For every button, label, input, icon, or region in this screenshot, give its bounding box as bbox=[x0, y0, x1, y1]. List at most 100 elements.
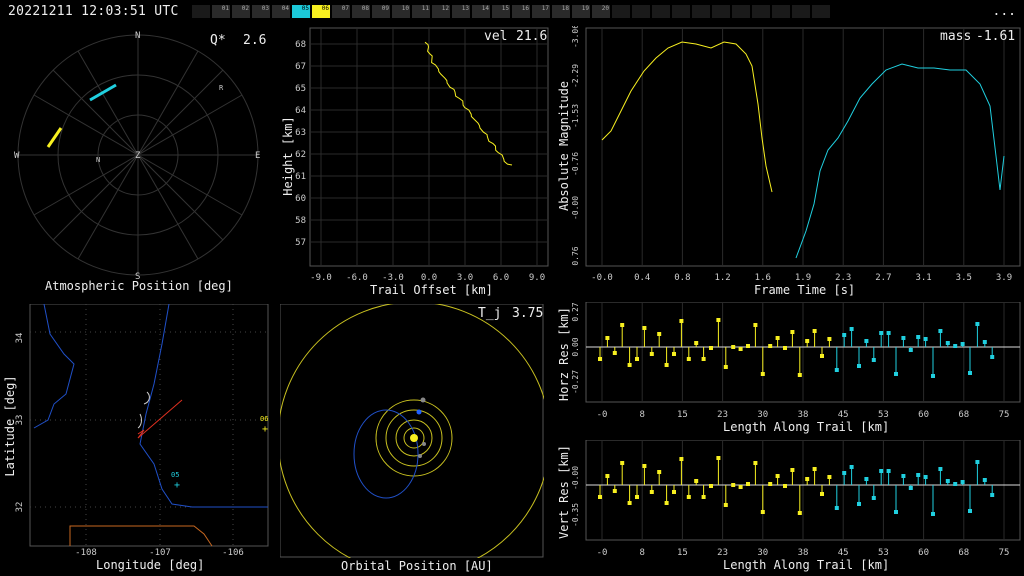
tick-label: 0.4 bbox=[634, 273, 650, 283]
tick-label: 6.0 bbox=[493, 273, 509, 283]
camera-selector[interactable]: 01 02 03 04 05 06 07 08 09 10 11 12 13 14 15 16 17 18 19 20 bbox=[192, 5, 830, 18]
residual-point bbox=[975, 322, 980, 326]
residual-point bbox=[923, 475, 928, 479]
height-xlabel: Trail Offset [km] bbox=[370, 283, 493, 297]
compass-west: W bbox=[14, 151, 20, 161]
camera-toggle-11[interactable]: 11 bbox=[412, 5, 430, 18]
tick-label: -3.06 bbox=[571, 26, 580, 48]
tick-label: -0 bbox=[597, 548, 608, 558]
camera-toggle-16[interactable]: 16 bbox=[512, 5, 530, 18]
camera-toggle-08[interactable]: 08 bbox=[352, 5, 370, 18]
timestamp: 20221211 12:03:51 UTC bbox=[8, 4, 179, 19]
residual-point bbox=[657, 470, 662, 474]
tick-label: 63 bbox=[295, 128, 306, 138]
residual-point bbox=[827, 337, 832, 341]
residual-point bbox=[871, 358, 876, 362]
camera-toggle-slot-30[interactable] bbox=[792, 5, 810, 18]
lon-tick: -108 bbox=[75, 548, 97, 558]
atmos-title: Atmospheric Position [deg] bbox=[45, 279, 233, 293]
residual-point bbox=[598, 495, 602, 499]
camera-toggle-01[interactable]: 01 bbox=[212, 5, 230, 18]
residual-point bbox=[642, 464, 647, 468]
camera-toggle-18[interactable]: 18 bbox=[552, 5, 570, 18]
camera-toggle-slot-0[interactable] bbox=[192, 5, 210, 18]
camera-toggle-09[interactable]: 09 bbox=[372, 5, 390, 18]
residual-point bbox=[931, 374, 935, 378]
residual-point bbox=[960, 480, 965, 484]
camera-toggle-slot-21[interactable] bbox=[612, 5, 630, 18]
residual-point bbox=[612, 351, 617, 355]
tick-label: 23 bbox=[717, 410, 728, 420]
residual-point bbox=[945, 479, 950, 483]
camera-toggle-slot-24[interactable] bbox=[672, 5, 690, 18]
orbit-plot: T_j 3.75 bbox=[280, 304, 544, 558]
camera-toggle-17[interactable]: 17 bbox=[532, 5, 550, 18]
residual-point bbox=[723, 503, 728, 507]
residual-point bbox=[605, 474, 610, 478]
camera-toggle-slot-28[interactable] bbox=[752, 5, 770, 18]
residual-point bbox=[753, 461, 758, 465]
tick-label: 15 bbox=[677, 410, 688, 420]
compass-zenith: Z bbox=[135, 151, 141, 161]
camera-toggle-20[interactable]: 20 bbox=[592, 5, 610, 18]
residual-point bbox=[834, 368, 839, 372]
residual-point bbox=[842, 471, 847, 475]
camera-toggle-04[interactable]: 04 bbox=[272, 5, 290, 18]
residual-point bbox=[879, 469, 884, 473]
camera-toggle-05[interactable]: 05 bbox=[292, 5, 310, 18]
residual-point bbox=[635, 357, 639, 361]
camera-toggle-14[interactable]: 14 bbox=[472, 5, 490, 18]
residual-point bbox=[849, 327, 854, 331]
residual-point bbox=[797, 511, 802, 515]
tick-label: 53 bbox=[878, 548, 889, 558]
camera-toggle-19[interactable]: 19 bbox=[572, 5, 590, 18]
camera-toggle-02[interactable]: 02 bbox=[232, 5, 250, 18]
station-05-label: 05 bbox=[171, 471, 179, 479]
height-ylabel: Height [km] bbox=[281, 116, 295, 195]
tick-label: 3.1 bbox=[915, 273, 931, 283]
camera-toggle-13[interactable]: 13 bbox=[452, 5, 470, 18]
camera-toggle-slot-26[interactable] bbox=[712, 5, 730, 18]
residual-point bbox=[746, 344, 750, 348]
tick-label: 62 bbox=[295, 150, 306, 160]
tick-label: 1.9 bbox=[795, 273, 811, 283]
residual-point bbox=[908, 486, 913, 490]
residual-point bbox=[701, 495, 706, 499]
camera-toggle-07[interactable]: 07 bbox=[332, 5, 350, 18]
tick-label: 1.2 bbox=[714, 273, 730, 283]
camera-toggle-slot-23[interactable] bbox=[652, 5, 670, 18]
camera-toggle-slot-25[interactable] bbox=[692, 5, 710, 18]
camera-toggle-slot-22[interactable] bbox=[632, 5, 650, 18]
tick-label: 75 bbox=[999, 548, 1010, 558]
camera-toggle-10[interactable]: 10 bbox=[392, 5, 410, 18]
residual-point bbox=[938, 467, 943, 471]
residual-point bbox=[953, 344, 958, 348]
camera-toggle-slot-31[interactable] bbox=[812, 5, 830, 18]
residual-point bbox=[612, 489, 617, 493]
camera-toggle-03[interactable]: 03 bbox=[252, 5, 270, 18]
planet-icon bbox=[418, 454, 422, 458]
residual-point bbox=[635, 495, 639, 499]
compass-north: N bbox=[135, 31, 140, 41]
camera-toggle-06[interactable]: 06 bbox=[312, 5, 330, 18]
camera-toggle-12[interactable]: 12 bbox=[432, 5, 450, 18]
residual-point bbox=[968, 509, 972, 513]
residual-point bbox=[901, 336, 906, 340]
camera-toggle-slot-29[interactable] bbox=[772, 5, 790, 18]
tick-label: 0.00 bbox=[571, 337, 580, 356]
marker-r: R bbox=[219, 84, 224, 92]
camera-toggle-15[interactable]: 15 bbox=[492, 5, 510, 18]
tick-label: 2.3 bbox=[835, 273, 851, 283]
residual-point bbox=[783, 346, 787, 350]
residual-point bbox=[768, 344, 773, 348]
menu-button[interactable]: ... bbox=[993, 4, 1016, 19]
tick-label: 30 bbox=[757, 548, 768, 558]
residual-point bbox=[923, 337, 928, 341]
residual-point bbox=[664, 501, 669, 505]
residual-point bbox=[805, 477, 810, 481]
camera-toggle-slot-27[interactable] bbox=[732, 5, 750, 18]
residual-point bbox=[679, 319, 684, 323]
q-label: Q* bbox=[210, 33, 226, 48]
plot-frame bbox=[280, 304, 544, 558]
tick-label: -0.35 bbox=[571, 503, 580, 527]
